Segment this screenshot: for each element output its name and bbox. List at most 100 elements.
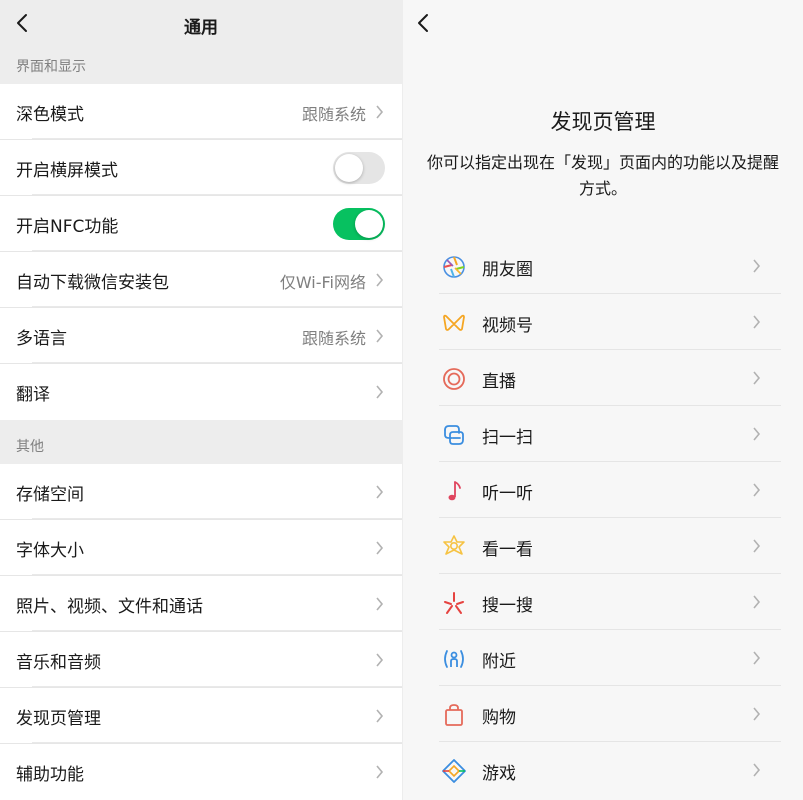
- section-header-display: 界面和显示: [16, 59, 86, 75]
- discover-item-list: 朋友圈 视频号 直播 扫一扫 听一听 看一看 搜一搜 附近 购物 游戏: [439, 238, 781, 798]
- divider: [32, 518, 402, 519]
- section-header-other: 其他: [16, 439, 44, 455]
- row-label: 发现页管理: [16, 709, 101, 729]
- nearby-icon: [444, 650, 464, 668]
- row-landscape-mode: 开启横屏模式: [0, 140, 402, 196]
- row-value: 仅Wi-Fi网络: [279, 273, 366, 292]
- top-stories-icon: [443, 535, 465, 555]
- row-label: 自动下载微信安装包: [16, 273, 169, 293]
- row-label: 深色模式: [16, 105, 84, 125]
- row-value: 跟随系统: [301, 105, 366, 124]
- chevron-right-icon: [376, 597, 384, 611]
- discover-item-listen[interactable]: 听一听: [439, 462, 781, 518]
- moments-icon: [443, 256, 465, 278]
- item-label: 游戏: [482, 764, 516, 784]
- discover-item-nearby[interactable]: 附近: [439, 630, 781, 686]
- item-label: 直播: [482, 372, 516, 392]
- chevron-right-icon: [376, 329, 384, 343]
- channels-icon: [443, 314, 465, 331]
- row-label: 开启NFC功能: [16, 217, 119, 237]
- divider: [32, 138, 402, 139]
- row-label: 开启横屏模式: [16, 161, 118, 181]
- chevron-right-icon: [753, 427, 761, 441]
- item-label: 看一看: [482, 540, 533, 560]
- game-icon: [442, 759, 466, 783]
- landscape-toggle[interactable]: [333, 152, 385, 184]
- row-label: 字体大小: [16, 541, 84, 561]
- chevron-right-icon: [753, 595, 761, 609]
- divider: [32, 250, 402, 251]
- chevron-right-icon: [753, 763, 761, 777]
- discover-management-pane: 发现页管理 你可以指定出现在「发现」页面内的功能以及提醒方式。 朋友圈 视频号: [403, 0, 803, 800]
- search-sparkle-icon: [444, 592, 464, 614]
- chevron-right-icon: [376, 273, 384, 287]
- chevron-right-icon: [376, 385, 384, 399]
- scan-icon: [444, 425, 464, 445]
- row-music-audio[interactable]: 音乐和音频: [0, 632, 402, 688]
- row-language[interactable]: 多语言 跟随系统: [0, 308, 402, 364]
- divider: [32, 362, 402, 363]
- discover-item-live[interactable]: 直播: [439, 350, 781, 406]
- row-media-files-calls[interactable]: 照片、视频、文件和通话: [0, 576, 402, 632]
- row-label: 辅助功能: [16, 765, 84, 785]
- back-arrow-icon[interactable]: [413, 12, 435, 34]
- item-label: 扫一扫: [482, 428, 533, 448]
- chevron-right-icon: [376, 765, 384, 779]
- toggle-knob: [335, 154, 363, 182]
- chevron-right-icon: [376, 541, 384, 555]
- row-discover-management[interactable]: 发现页管理: [0, 688, 402, 744]
- row-label: 存储空间: [16, 485, 84, 505]
- discover-item-search[interactable]: 搜一搜: [439, 574, 781, 630]
- item-label: 购物: [482, 708, 516, 728]
- discover-item-games[interactable]: 游戏: [439, 742, 781, 798]
- divider: [32, 194, 402, 195]
- row-label: 照片、视频、文件和通话: [16, 597, 203, 617]
- music-note-icon: [448, 481, 461, 501]
- discover-item-scan[interactable]: 扫一扫: [439, 406, 781, 462]
- chevron-right-icon: [753, 651, 761, 665]
- page-description: 你可以指定出现在「发现」页面内的功能以及提醒方式。: [426, 153, 779, 198]
- display-settings-group: 深色模式 跟随系统 开启横屏模式 开启NFC功能 自动下载微信安装包 仅Wi-F…: [0, 84, 402, 420]
- general-settings-pane: 通用 界面和显示 深色模式 跟随系统 开启横屏模式 开启NFC功能 自动下载微信…: [0, 0, 402, 800]
- row-font-size[interactable]: 字体大小: [0, 520, 402, 576]
- row-label: 翻译: [16, 385, 50, 405]
- row-label: 音乐和音频: [16, 653, 101, 673]
- discover-item-moments[interactable]: 朋友圈: [439, 238, 781, 294]
- shopping-bag-icon: [445, 704, 463, 726]
- nav-bar: 通用: [0, 0, 402, 48]
- row-nfc: 开启NFC功能: [0, 196, 402, 252]
- chevron-right-icon: [753, 483, 761, 497]
- discover-item-shopping[interactable]: 购物: [439, 686, 781, 742]
- discover-item-top-stories[interactable]: 看一看: [439, 518, 781, 574]
- other-settings-group: 存储空间 字体大小 照片、视频、文件和通话 音乐和音频 发现页管理 辅助功能: [0, 464, 402, 800]
- divider: [32, 306, 402, 307]
- divider: [32, 686, 402, 687]
- row-dark-mode[interactable]: 深色模式 跟随系统: [0, 84, 402, 140]
- discover-item-channels[interactable]: 视频号: [439, 294, 781, 350]
- item-label: 搜一搜: [482, 596, 533, 616]
- nfc-toggle[interactable]: [333, 208, 385, 240]
- chevron-right-icon: [376, 105, 384, 119]
- row-storage[interactable]: 存储空间: [0, 464, 402, 520]
- divider: [32, 574, 402, 575]
- row-label: 多语言: [16, 329, 67, 349]
- chevron-right-icon: [753, 539, 761, 553]
- divider: [32, 742, 402, 743]
- page-title: 通用: [184, 18, 218, 38]
- item-label: 朋友圈: [482, 260, 533, 280]
- chevron-right-icon: [753, 371, 761, 385]
- chevron-right-icon: [376, 485, 384, 499]
- item-label: 视频号: [482, 316, 533, 336]
- chevron-right-icon: [753, 315, 761, 329]
- divider: [32, 630, 402, 631]
- chevron-right-icon: [753, 259, 761, 273]
- item-label: 附近: [482, 652, 516, 672]
- row-translate[interactable]: 翻译: [0, 364, 402, 420]
- row-auto-download[interactable]: 自动下载微信安装包 仅Wi-Fi网络: [0, 252, 402, 308]
- chevron-right-icon: [376, 653, 384, 667]
- toggle-knob: [355, 210, 383, 238]
- page-title: 发现页管理: [550, 110, 656, 134]
- live-icon: [443, 368, 465, 390]
- row-accessibility[interactable]: 辅助功能: [0, 744, 402, 800]
- item-label: 听一听: [482, 484, 533, 504]
